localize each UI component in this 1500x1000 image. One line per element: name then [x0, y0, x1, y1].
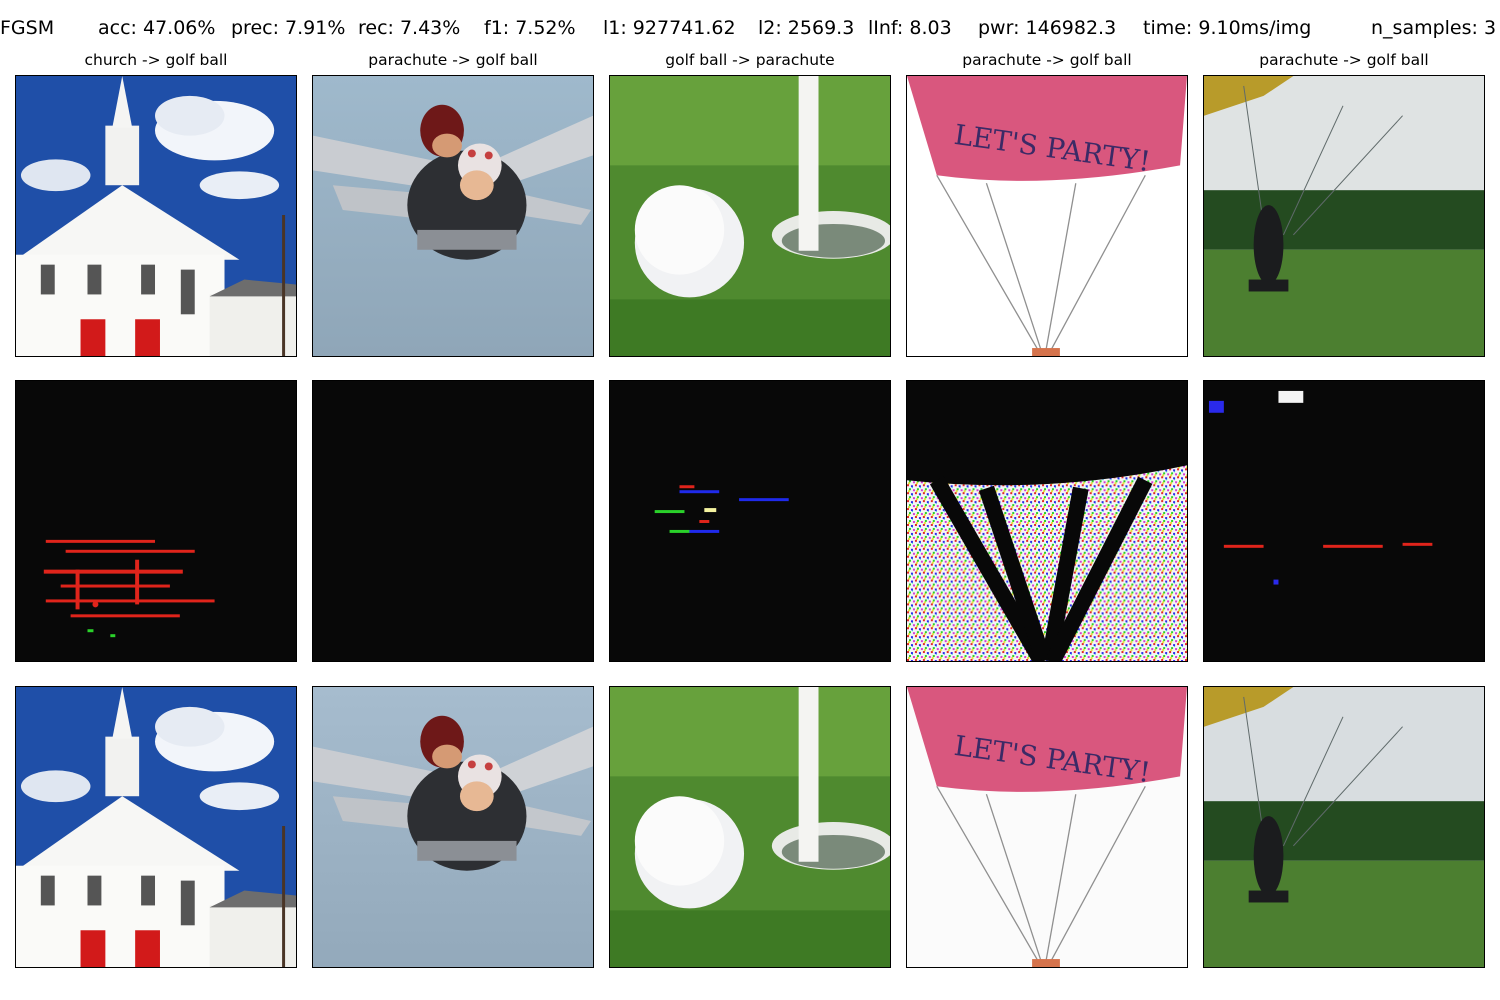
perturbation-golf-ball — [609, 380, 891, 662]
method-label: FGSM — [0, 17, 55, 39]
f1-metric: f1: 7.52% — [484, 17, 576, 39]
column-title-1: church -> golf ball — [84, 51, 228, 69]
original-image-skydivers — [312, 75, 594, 357]
column-title-5: parachute -> golf ball — [1259, 51, 1429, 69]
adversarial-image-church — [15, 686, 297, 968]
power-metric: pwr: 146982.3 — [978, 17, 1117, 39]
adversarial-image-party-parachute: LET'S PARTY! — [906, 686, 1188, 968]
perturbation-church — [15, 380, 297, 662]
perturbation-party-parachute — [906, 380, 1188, 662]
adversarial-image-skydivers — [312, 686, 594, 968]
column-title-4: parachute -> golf ball — [962, 51, 1132, 69]
time-metric: time: 9.10ms/img — [1143, 17, 1312, 39]
column-title-2: parachute -> golf ball — [368, 51, 538, 69]
perturbation-skydivers — [312, 380, 594, 662]
sample-count-metric: n_samples: 3 — [1371, 17, 1497, 39]
perturbation-parachutist — [1203, 380, 1485, 662]
original-image-golf-ball — [609, 75, 891, 357]
adversarial-image-golf-ball — [609, 686, 891, 968]
accuracy-metric: acc: 47.06% — [98, 17, 216, 39]
column-title-3: golf ball -> parachute — [665, 51, 835, 69]
original-image-parachutist — [1203, 75, 1485, 357]
precision-metric: prec: 7.91% — [231, 17, 346, 39]
original-image-party-parachute: LET'S PARTY! — [906, 75, 1188, 357]
l2-metric: l2: 2569.3 — [758, 17, 855, 39]
linf-metric: lInf: 8.03 — [868, 17, 952, 39]
adversarial-image-parachutist — [1203, 686, 1485, 968]
original-image-church — [15, 75, 297, 357]
l1-metric: l1: 927741.62 — [603, 17, 736, 39]
recall-metric: rec: 7.43% — [358, 17, 461, 39]
